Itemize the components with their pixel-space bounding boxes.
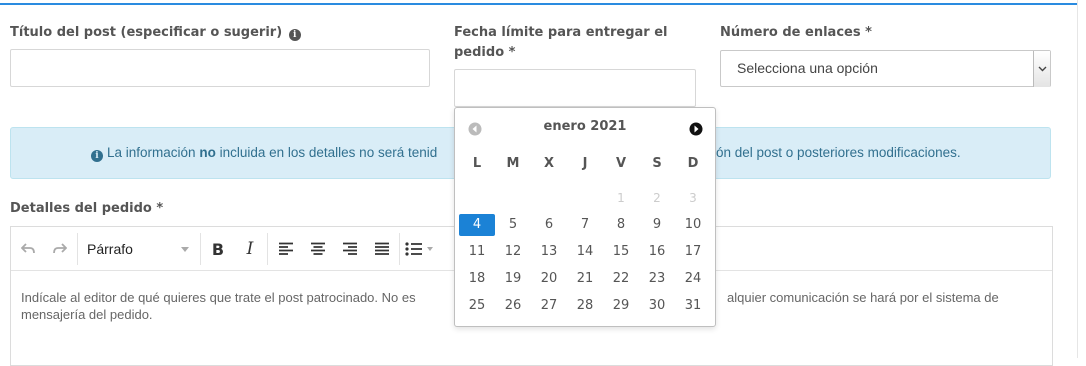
deadline-label-line1: Fecha límite para entregar el — [454, 25, 668, 40]
post-title-input[interactable] — [10, 49, 430, 87]
day-cell: 3 — [689, 191, 697, 205]
info-circle-icon: i — [91, 150, 103, 162]
day-cell[interactable]: 8 — [603, 214, 639, 236]
italic-button[interactable]: I — [239, 227, 261, 271]
day-cell[interactable]: 7 — [567, 214, 603, 236]
align-left-icon[interactable] — [275, 227, 297, 271]
day-cell[interactable]: 16 — [639, 241, 675, 263]
editor-placeholder-line2: mensajería del pedido. — [21, 307, 153, 322]
alert-text-bold: no — [199, 145, 216, 160]
day-cell[interactable]: 28 — [567, 295, 603, 317]
day-cell[interactable]: 5 — [495, 214, 531, 236]
alert-text-tail: ón del post o posteriores modificaciones… — [716, 145, 961, 160]
toolbar-separator — [267, 233, 268, 265]
weekday-header: S — [652, 156, 662, 171]
day-cell[interactable]: 6 — [531, 214, 567, 236]
next-month-icon[interactable] — [689, 121, 703, 136]
redo-icon[interactable] — [49, 227, 71, 271]
day-cell: 2 — [653, 191, 661, 205]
week-row: 4 5 6 7 8 9 10 — [455, 214, 715, 241]
alert-text-before: La información — [107, 145, 196, 160]
paragraph-format-label: Párrafo — [87, 241, 133, 257]
datepicker-month-label: enero 2021 — [543, 119, 627, 134]
post-title-label: Título del post (especificar o sugerir) … — [10, 23, 301, 43]
day-cell[interactable]: 30 — [639, 295, 675, 317]
alert-text-after: incluida en los detalles no será tenid — [219, 145, 438, 160]
align-justify-icon[interactable] — [371, 227, 393, 271]
day-cell[interactable]: 31 — [675, 295, 711, 317]
datepicker-popup: enero 2021 L M X J V S D 1 2 3 4 5 6 7 8 9 10 11 12 13 14 15 1… — [454, 107, 716, 327]
post-title-label-text: Título del post (especificar o sugerir) — [10, 25, 283, 40]
toolbar-separator — [77, 233, 78, 265]
links-count-label: Número de enlaces * — [720, 25, 872, 40]
align-right-icon[interactable] — [339, 227, 361, 271]
links-count-selected-value: Selecciona una opción — [737, 60, 878, 76]
info-alert-text-start: i La información no incluida en los detal… — [91, 128, 437, 178]
paragraph-format-dropdown[interactable]: Párrafo — [87, 227, 195, 271]
day-cell[interactable]: 27 — [531, 295, 567, 317]
deadline-label-line2: pedido * — [454, 45, 516, 60]
day-cell[interactable]: 23 — [639, 268, 675, 290]
links-count-select[interactable]: Selecciona una opción — [720, 50, 1051, 87]
bullet-list-icon[interactable] — [405, 227, 445, 271]
weekday-header-row: LMXJVSD — [455, 153, 715, 180]
bold-button[interactable]: B — [207, 227, 229, 271]
day-cell[interactable]: 15 — [603, 241, 639, 263]
right-divider — [1077, 0, 1078, 358]
weekday-header: L — [472, 156, 482, 171]
editor-placeholder-line1: Indícale al editor de qué quieres que tr… — [21, 290, 416, 305]
toolbar-separator — [399, 233, 400, 265]
week-row: 18 19 20 21 22 23 24 — [455, 268, 715, 295]
caret-down-icon — [181, 246, 189, 252]
day-cell[interactable]: 10 — [675, 214, 711, 236]
day-cell[interactable]: 20 — [531, 268, 567, 290]
weekday-header: V — [615, 156, 627, 171]
toolbar-separator — [200, 233, 201, 265]
deadline-label: Fecha límite para entregar el pedido * — [454, 23, 704, 63]
week-row: 1 2 3 — [455, 187, 715, 214]
day-cell[interactable]: 11 — [459, 241, 495, 263]
weekday-header: D — [687, 156, 699, 171]
order-details-label: Detalles del pedido * — [10, 201, 164, 216]
day-cell[interactable]: 17 — [675, 241, 711, 263]
day-cell[interactable]: 14 — [567, 241, 603, 263]
undo-icon[interactable] — [17, 227, 39, 271]
align-center-icon[interactable] — [307, 227, 329, 271]
deadline-date-input[interactable] — [454, 69, 696, 107]
day-cell[interactable]: 22 — [603, 268, 639, 290]
day-cell[interactable]: 29 — [603, 295, 639, 317]
day-cell: 1 — [617, 191, 625, 205]
week-row: 25 26 27 28 29 30 31 — [455, 295, 715, 322]
day-cell[interactable]: 21 — [567, 268, 603, 290]
info-circle-icon: i — [288, 29, 301, 41]
day-cell[interactable]: 18 — [459, 268, 495, 290]
day-cell[interactable]: 4 — [459, 214, 495, 236]
day-cell[interactable]: 13 — [531, 241, 567, 263]
day-cell[interactable]: 12 — [495, 241, 531, 263]
day-cell[interactable]: 25 — [459, 295, 495, 317]
day-cell[interactable]: 19 — [495, 268, 531, 290]
weekday-header: X — [543, 156, 555, 171]
day-cell[interactable]: 24 — [675, 268, 711, 290]
day-cell[interactable]: 26 — [495, 295, 531, 317]
weekday-header: M — [506, 156, 520, 171]
top-accent-rule — [0, 3, 1077, 5]
day-cell[interactable]: 9 — [639, 214, 675, 236]
editor-placeholder-line1-tail: alquier comunicación se hará por el sist… — [727, 290, 999, 305]
week-row: 11 12 13 14 15 16 17 — [455, 241, 715, 268]
chevron-down-icon[interactable] — [1033, 51, 1050, 87]
weekday-header: J — [582, 156, 588, 171]
